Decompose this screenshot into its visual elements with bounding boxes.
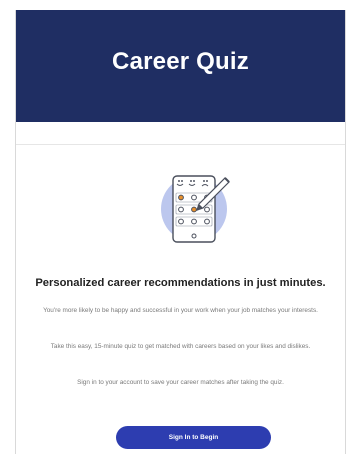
sign-in-button[interactable]: Sign In to Begin (116, 426, 271, 449)
career-quiz-page: Career Quiz Personalized career recommen… (0, 0, 351, 454)
page-title: Career Quiz (112, 48, 249, 75)
header-banner: Career Quiz (16, 10, 345, 122)
quiz-tablet-icon (161, 175, 230, 243)
headline: Personalized career recommendations in j… (35, 277, 326, 289)
intro-paragraph-2: Take this easy, 15-minute quiz to get ma… (50, 343, 311, 350)
intro-paragraph-3: Sign in to your account to save your car… (77, 379, 284, 386)
header-separator (16, 122, 345, 145)
frame-right-border (345, 10, 346, 454)
intro-paragraph-1: You're more likely to be happy and succe… (43, 307, 318, 314)
